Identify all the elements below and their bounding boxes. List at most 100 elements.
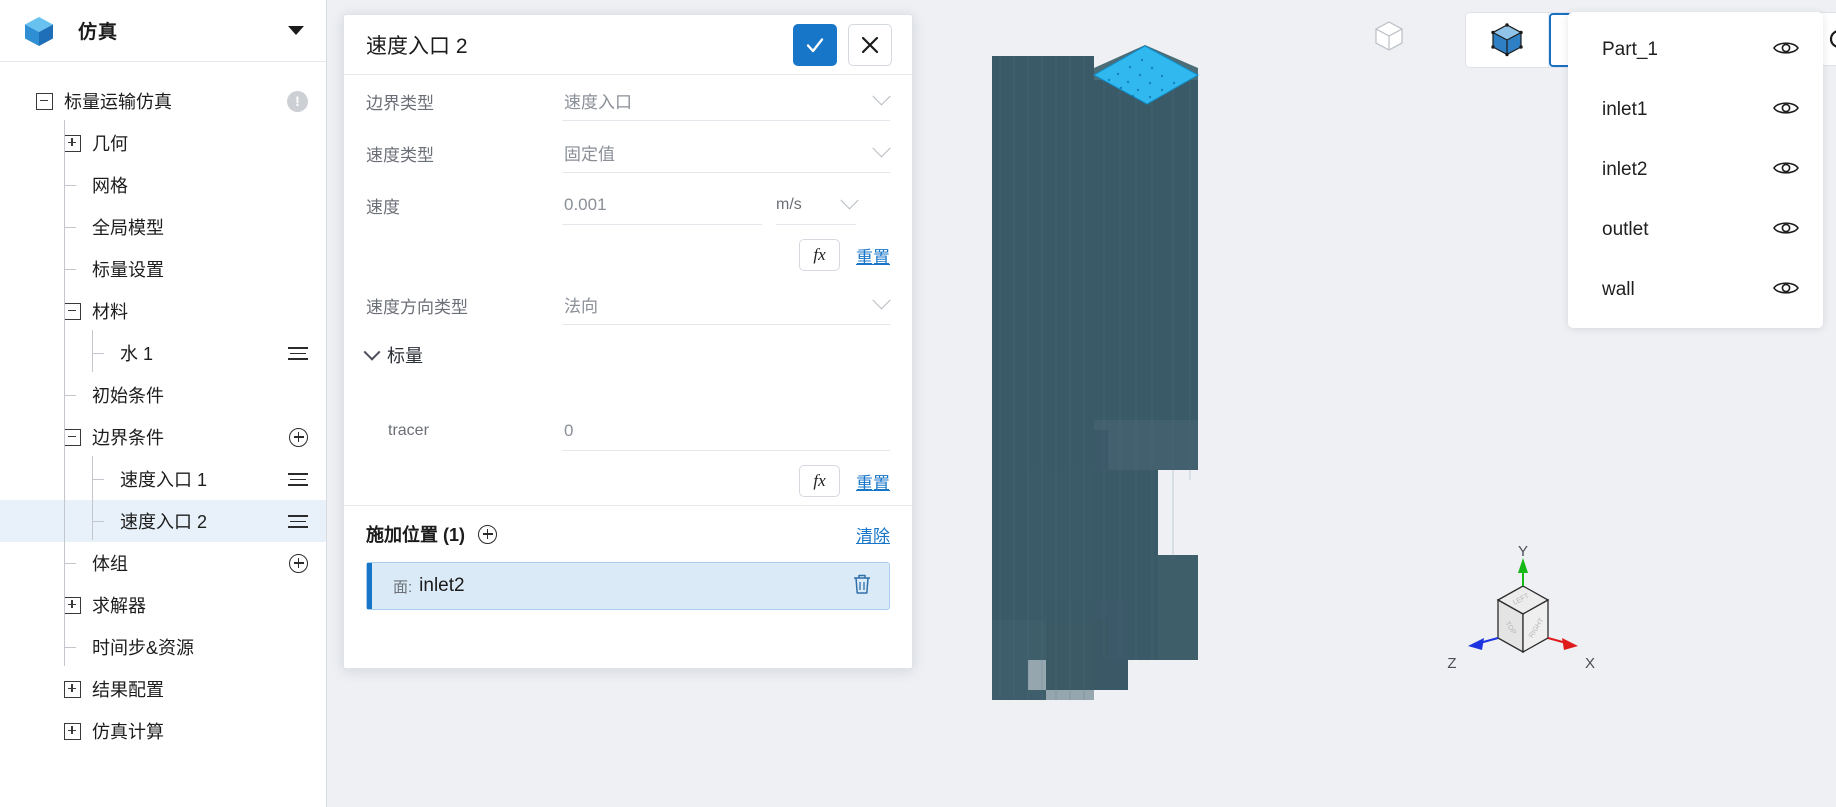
clear-locations-link[interactable]: 清除 [856,522,890,547]
parts-panel: Part_1 inlet1 inlet2 outlet wall [1568,12,1823,328]
tree-item-label: 材料 [92,302,128,322]
add-icon[interactable] [289,427,308,447]
boundary-type-select[interactable]: 速度入口 [562,81,891,121]
location-title: 施加位置 (1) [366,525,465,545]
eye-icon[interactable] [1773,219,1799,242]
field-label: 速度方向类型 [366,297,468,317]
part-name: wall [1602,279,1635,300]
view-orientation-cube[interactable]: LEFT TOP RIGHT Y X Z [1418,540,1618,720]
collapse-icon[interactable] [64,302,81,320]
confirm-button[interactable] [793,23,837,66]
eye-icon[interactable] [1773,39,1799,62]
tree-branch-line [64,387,81,404]
velocity-unit-select[interactable]: m/s [776,185,859,225]
tree-item-8[interactable]: 边界条件 [0,416,326,458]
tree-item-10[interactable]: 速度入口 2 [0,500,326,542]
tree-item-7[interactable]: 初始条件 [0,374,326,416]
tree-item-9[interactable]: 速度入口 1 [0,458,326,500]
expand-icon[interactable] [64,680,81,698]
tree-item-label: 边界条件 [92,428,164,448]
fx-button[interactable]: fx [799,465,840,497]
location-header: 施加位置 (1) 清除 [366,506,890,562]
menu-icon[interactable] [288,513,308,529]
axis-y-arrow [1518,558,1528,573]
tree-item-label: 几何 [92,134,128,154]
simulation-tree: 标量运输仿真! 几何网格全局模型标量设置材料水 1 初始条件边界条件速度入口 1 速度… [0,62,326,807]
expand-icon[interactable] [64,134,81,152]
cube-logo-icon [25,16,53,46]
part-row-outlet[interactable]: outlet [1568,200,1823,260]
trash-icon[interactable] [851,572,873,601]
tree-item-label: 结果配置 [92,680,164,700]
tree-item-4[interactable]: 标量设置 [0,248,326,290]
tree-item-actions [288,513,308,529]
scalar-label: tracer [388,422,429,439]
tree-connector [64,120,65,666]
axis-z-arrow [1468,638,1484,650]
tree-item-5[interactable]: 材料 [0,290,326,332]
add-location-button[interactable] [478,524,497,544]
tree-item-12[interactable]: 求解器 [0,584,326,626]
tree-item-14[interactable]: 结果配置 [0,668,326,710]
tree-item-1[interactable]: 几何 [0,122,326,164]
axis-x-arrow [1562,638,1578,650]
location-kind: 面: [393,578,413,596]
field-boundary-type: 边界类型 速度入口 [366,75,891,127]
expand-icon[interactable] [64,596,81,614]
expand-icon[interactable] [64,722,81,740]
field-velocity-type: 速度类型 固定值 [366,127,891,179]
dialog-header: 速度入口 2 [344,15,912,75]
field-label: 速度 [366,197,400,217]
tree-item-label: 网格 [92,176,128,196]
tree-item-label: 时间步&资源 [92,638,195,658]
part-name: outlet [1602,219,1649,240]
tree-item-label: 速度入口 1 [120,470,208,490]
cube-outline-icon[interactable] [1372,18,1406,57]
tracer-input[interactable]: 0 [562,411,890,451]
tree-item-label: 标量设置 [92,260,164,280]
eye-icon[interactable] [1773,99,1799,122]
part-row-inlet2[interactable]: inlet2 [1568,140,1823,200]
scalar-row-tracer: tracer 0 [366,405,890,457]
reset-link[interactable]: 重置 [856,243,890,268]
add-icon[interactable] [289,553,308,573]
menu-icon[interactable] [288,471,308,487]
part-row-inlet1[interactable]: inlet1 [1568,80,1823,140]
field-value: 速度入口 [564,93,632,112]
tree-branch-line [64,261,81,278]
tree-item-15[interactable]: 仿真计算 [0,710,326,752]
fx-button[interactable]: fx [799,239,840,271]
collapse-icon[interactable] [64,428,81,446]
eye-icon[interactable] [1773,159,1799,182]
reset-link[interactable]: 重置 [856,469,890,494]
location-item[interactable]: 面: inlet2 [366,562,890,610]
tree-item-label: 初始条件 [92,386,164,406]
velocity-direction-select[interactable]: 法向 [562,285,891,325]
velocity-fx-row: fx 重置 [366,231,890,279]
velocity-input[interactable]: 0.001 [562,185,762,225]
tree-item-3[interactable]: 全局模型 [0,206,326,248]
tree-item-label: 求解器 [92,596,146,616]
scalar-section-header[interactable]: 标量 [363,331,890,379]
field-value: 法向 [564,297,598,316]
collapse-icon[interactable] [36,92,53,110]
part-row-Part_1[interactable]: Part_1 [1568,20,1823,80]
mode-button-body-select[interactable] [1466,13,1549,67]
caret-down-icon[interactable] [288,26,304,35]
field-value: 固定值 [564,145,615,164]
velocity-type-select[interactable]: 固定值 [562,133,891,173]
tree-item-0[interactable]: 标量运输仿真! [0,80,326,122]
part-name: Part_1 [1602,39,1658,60]
cancel-button[interactable] [848,23,892,66]
tree-item-2[interactable]: 网格 [0,164,326,206]
part-row-wall[interactable]: wall [1568,260,1823,320]
tree-item-6[interactable]: 水 1 [0,332,326,374]
chevron-down-icon [872,139,891,158]
menu-icon[interactable] [288,345,308,361]
sidebar: 仿真 标量运输仿真! 几何 网格 全局模型 标量设置 材料水 1 初始条件 边界条件 速度入口 … [0,0,327,807]
axis-label-x: X [1585,655,1595,672]
tree-item-11[interactable]: 体组 [0,542,326,584]
tree-item-13[interactable]: 时间步&资源 [0,626,326,668]
eye-icon[interactable] [1773,279,1799,302]
chevron-down-icon [872,291,891,310]
